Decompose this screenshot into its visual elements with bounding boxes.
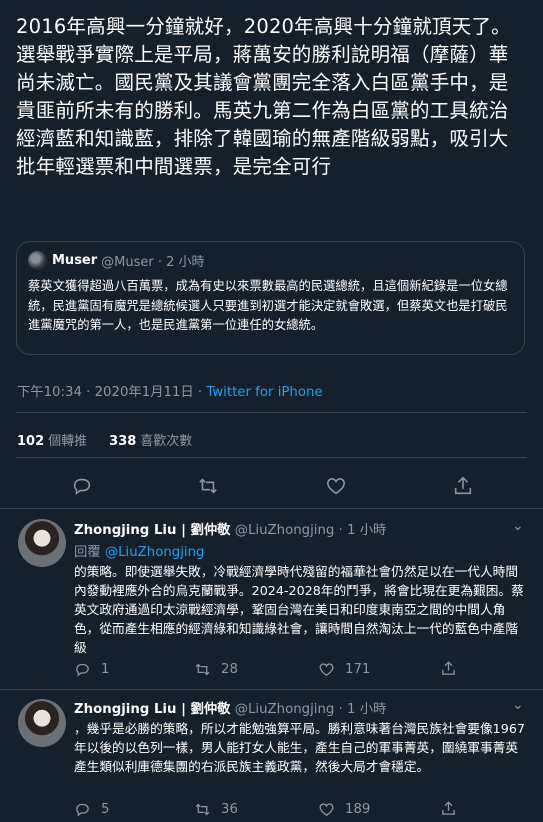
reply-text: ，幾乎是必勝的策略，所以才能勉強算平局。勝利意味著台灣民族社會要像1967年以後… <box>74 721 525 774</box>
likes-count: 338 <box>109 434 137 449</box>
reply-header: Zhongjing Liu | 劉仲敬 @LiuZhongjing · 1 小時 <box>74 698 386 717</box>
quoted-tweet-text: 蔡英文獲得超過八百萬票，成為有史以來票數最高的民選總統，且這個新紀錄是一位女總統… <box>28 279 508 332</box>
reply-count: 5 <box>101 802 110 817</box>
reply-like-button[interactable]: 171 <box>318 661 370 678</box>
reply-count: 1 <box>101 662 110 677</box>
retweet-icon <box>195 803 210 816</box>
like-count: 189 <box>345 802 371 817</box>
quoted-author-name[interactable]: Muser <box>52 253 97 268</box>
quoted-avatar[interactable] <box>28 251 47 270</box>
divider <box>0 689 543 690</box>
reply-share-button[interactable] <box>440 660 457 677</box>
retweet-button[interactable] <box>197 475 219 497</box>
reply-retweet-button[interactable]: 36 <box>194 801 238 818</box>
divider <box>16 457 527 458</box>
like-button[interactable] <box>325 475 347 497</box>
chevron-down-icon[interactable]: ⌄ <box>512 518 524 534</box>
quoted-tweet[interactable]: Muser @Muser · 2 小時 蔡英文獲得超過八百萬票，成為有史以來票數最… <box>16 241 525 355</box>
likes-stat[interactable]: 338 喜歡次數 <box>109 434 192 449</box>
quoted-author-meta: @Muser · 2 小時 <box>101 255 205 270</box>
divider <box>0 508 543 509</box>
reply-icon <box>76 803 89 817</box>
replying-to-link[interactable]: @LiuZhongjing <box>105 545 205 560</box>
avatar[interactable] <box>18 519 66 567</box>
chevron-down-icon[interactable]: ⌄ <box>512 697 524 713</box>
author-name[interactable]: Zhongjing Liu | 劉仲敬 <box>74 523 230 538</box>
divider <box>16 412 527 413</box>
tweet-text: 2016年高興一分鐘就好，2020年高興十分鐘就頂天了。選舉戰爭實際上是平局，蔣… <box>16 15 511 178</box>
reply-text: 的策略。即使選舉失敗，冷戰經濟學時代殘留的福華社會仍然足以在一代人時間內發動裡應… <box>74 564 524 655</box>
quoted-tweet-header: Muser @Muser · 2 小時 <box>28 251 205 270</box>
heart-icon <box>327 478 345 495</box>
retweets-count: 102 <box>17 434 45 449</box>
reply-retweet-button[interactable]: 28 <box>194 661 238 678</box>
timestamp-text: 下午10:34 · 2020年1月11日 · <box>17 385 207 400</box>
reply-icon <box>76 663 89 677</box>
reply-button[interactable] <box>71 475 93 497</box>
share-icon <box>442 801 455 815</box>
retweets-stat[interactable]: 102 個轉推 <box>17 434 87 449</box>
replying-to: 回覆 @LiuZhongjing <box>74 541 204 560</box>
engagement-counts: 102 個轉推 338 喜歡次數 <box>17 430 192 449</box>
author-meta: @LiuZhongjing · 1 小時 <box>234 702 387 717</box>
replying-to-prefix: 回覆 <box>74 545 105 560</box>
retweet-count: 36 <box>221 802 238 817</box>
share-button[interactable] <box>452 475 474 497</box>
share-icon <box>454 476 472 495</box>
retweet-icon <box>199 478 217 494</box>
retweet-icon <box>195 663 210 676</box>
reply-reply-button[interactable]: 5 <box>74 801 109 818</box>
reply-share-button[interactable] <box>440 800 457 817</box>
author-meta: @LiuZhongjing · 1 小時 <box>234 523 387 538</box>
reply-icon <box>73 478 91 495</box>
tweet-source-link[interactable]: Twitter for iPhone <box>206 385 322 400</box>
reply-reply-button[interactable]: 1 <box>74 661 109 678</box>
reply-header: Zhongjing Liu | 劉仲敬 @LiuZhongjing · 1 小時 <box>74 519 386 538</box>
retweet-count: 28 <box>221 662 238 677</box>
author-name[interactable]: Zhongjing Liu | 劉仲敬 <box>74 702 230 717</box>
avatar[interactable] <box>18 699 66 747</box>
heart-icon <box>319 663 334 676</box>
retweets-label: 個轉推 <box>48 434 88 449</box>
share-icon <box>442 661 455 675</box>
likes-label: 喜歡次數 <box>140 434 193 449</box>
like-count: 171 <box>345 662 371 677</box>
tweet-timestamp: 下午10:34 · 2020年1月11日 · Twitter for iPhon… <box>17 381 323 400</box>
heart-icon <box>319 803 334 816</box>
reply-like-button[interactable]: 189 <box>318 801 370 818</box>
